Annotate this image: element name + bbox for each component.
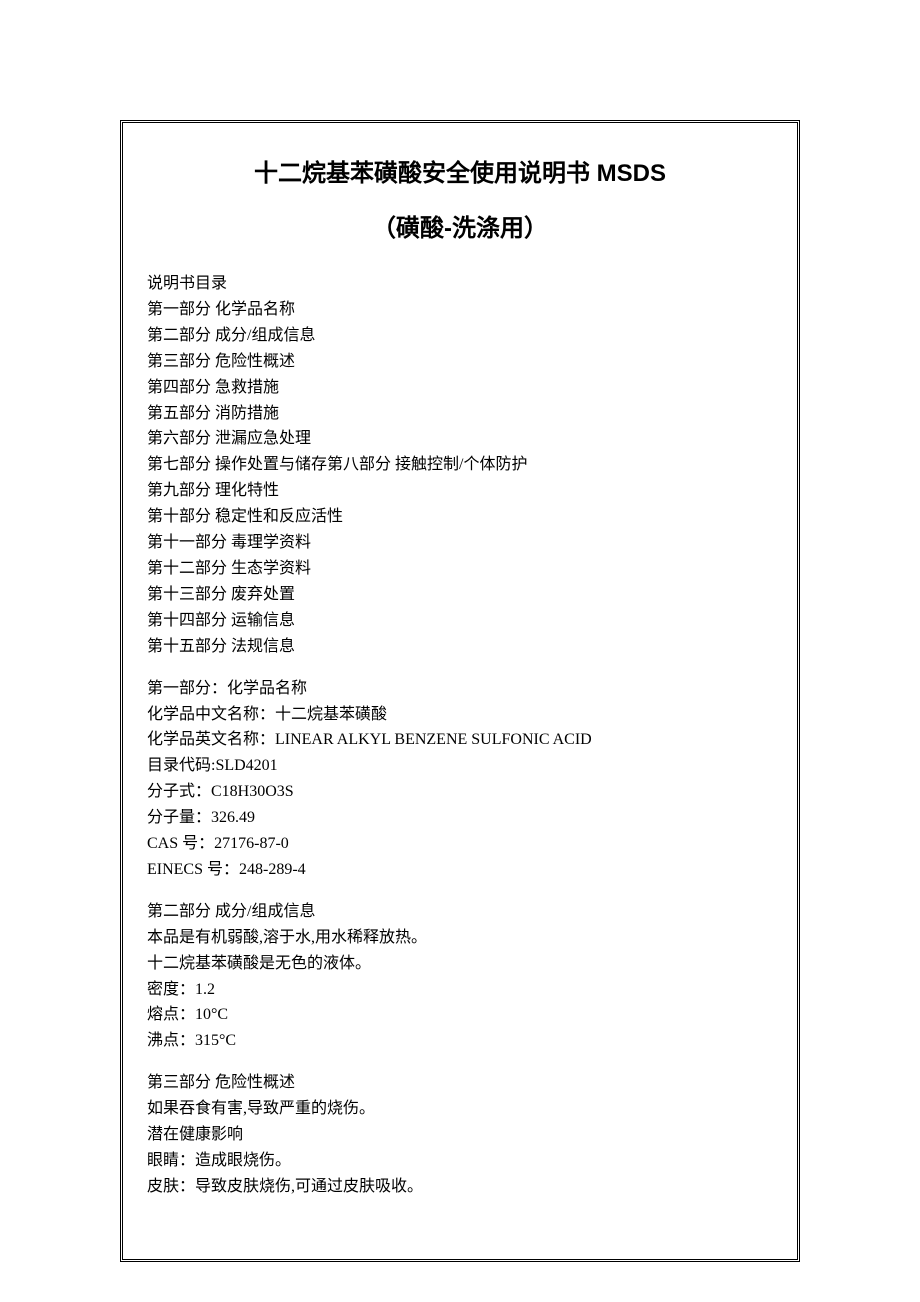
section2-header: 第二部分 成分/组成信息 xyxy=(147,899,773,925)
toc-item: 第十二部分 生态学资料 xyxy=(147,556,773,582)
section1-header: 第一部分：化学品名称 xyxy=(147,676,773,702)
section1-line: 分子式：C18H30O3S xyxy=(147,779,773,805)
section2-line: 熔点：10°C xyxy=(147,1002,773,1028)
document-subtitle: （磺酸-洗涤用） xyxy=(147,208,773,243)
section3-line: 眼睛：造成眼烧伤。 xyxy=(147,1148,773,1174)
section1-line: 化学品英文名称：LINEAR ALKYL BENZENE SULFONIC AC… xyxy=(147,727,773,753)
section1-line: 分子量：326.49 xyxy=(147,805,773,831)
toc-item: 第四部分 急救措施 xyxy=(147,375,773,401)
section1-line: CAS 号：27176-87-0 xyxy=(147,831,773,857)
toc-item: 第一部分 化学品名称 xyxy=(147,297,773,323)
section1-line: 化学品中文名称：十二烷基苯磺酸 xyxy=(147,702,773,728)
toc-item: 第七部分 操作处置与储存第八部分 接触控制/个体防护 xyxy=(147,452,773,478)
section3-line: 如果吞食有害,导致严重的烧伤。 xyxy=(147,1096,773,1122)
section-break xyxy=(147,883,773,899)
section-break xyxy=(147,1054,773,1070)
section1-line: 目录代码:SLD4201 xyxy=(147,753,773,779)
section2-line: 本品是有机弱酸,溶于水,用水稀释放热。 xyxy=(147,925,773,951)
section1-line: EINECS 号：248-289-4 xyxy=(147,857,773,883)
section-break xyxy=(147,660,773,676)
toc-item: 第十三部分 废弃处置 xyxy=(147,582,773,608)
toc-item: 第九部分 理化特性 xyxy=(147,478,773,504)
toc-item: 第十一部分 毒理学资料 xyxy=(147,530,773,556)
section3-line: 皮肤：导致皮肤烧伤,可通过皮肤吸收。 xyxy=(147,1174,773,1200)
toc-item: 第十五部分 法规信息 xyxy=(147,634,773,660)
toc-item: 第五部分 消防措施 xyxy=(147,401,773,427)
toc-item: 第三部分 危险性概述 xyxy=(147,349,773,375)
toc-item: 第十部分 稳定性和反应活性 xyxy=(147,504,773,530)
toc-item: 第六部分 泄漏应急处理 xyxy=(147,426,773,452)
document-body: 说明书目录 第一部分 化学品名称 第二部分 成分/组成信息 第三部分 危险性概述… xyxy=(147,271,773,1200)
page-border: 十二烷基苯磺酸安全使用说明书 MSDS （磺酸-洗涤用） 说明书目录 第一部分 … xyxy=(120,120,800,1262)
section2-line: 十二烷基苯磺酸是无色的液体。 xyxy=(147,951,773,977)
section3-header: 第三部分 危险性概述 xyxy=(147,1070,773,1096)
section2-line: 沸点：315°C xyxy=(147,1028,773,1054)
section2-line: 密度：1.2 xyxy=(147,977,773,1003)
document-title: 十二烷基苯磺酸安全使用说明书 MSDS xyxy=(147,153,773,188)
toc-item: 第二部分 成分/组成信息 xyxy=(147,323,773,349)
toc-item: 第十四部分 运输信息 xyxy=(147,608,773,634)
toc-header: 说明书目录 xyxy=(147,271,773,297)
section3-line: 潜在健康影响 xyxy=(147,1122,773,1148)
